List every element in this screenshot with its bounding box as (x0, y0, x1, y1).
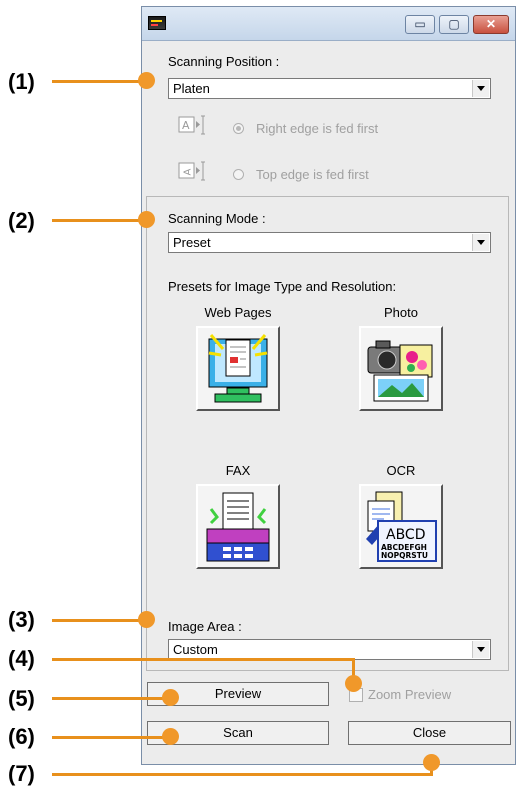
callout-5-leader (52, 697, 172, 700)
photo-label: Photo (384, 305, 418, 320)
callout-1: (1) (8, 69, 35, 94)
close-window-button[interactable]: ✕ (473, 15, 509, 34)
scanning-position-select[interactable]: Platen (168, 78, 491, 99)
right-edge-label: Right edge is fed first (256, 121, 379, 136)
chevron-down-icon[interactable] (472, 641, 489, 658)
maximize-icon: ▢ (448, 17, 460, 31)
callout-3-dot (138, 611, 155, 628)
callout-1-dot (138, 72, 155, 89)
callout-7-leader (52, 773, 432, 776)
svg-text:A: A (183, 169, 194, 176)
callout-2-leader (52, 219, 148, 222)
top-edge-feed-icon: A (178, 161, 205, 181)
callout-2-dot (138, 211, 155, 228)
right-edge-radio[interactable] (233, 123, 244, 134)
callout-4-leader (52, 658, 354, 661)
callout-3: (3) (8, 607, 35, 632)
right-edge-feed-icon: A (178, 115, 205, 135)
ocr-icon-text-3: NOPQRSTU (381, 551, 428, 560)
scanning-position-value: Platen (173, 81, 210, 96)
svg-text:A: A (182, 119, 190, 132)
callout-6-dot (162, 728, 179, 745)
scanning-mode-group (146, 196, 509, 671)
chevron-down-icon[interactable] (472, 80, 489, 97)
callout-7-dot (423, 754, 440, 771)
image-area-label: Image Area : (168, 619, 242, 634)
callout-5-dot (162, 689, 179, 706)
image-area-select[interactable]: Custom (168, 639, 491, 660)
image-area-value: Custom (173, 642, 218, 657)
top-edge-radio[interactable] (233, 169, 244, 180)
callout-7: (7) (8, 761, 35, 786)
top-edge-label: Top edge is fed first (256, 167, 369, 182)
zoom-preview-label: Zoom Preview (368, 687, 452, 702)
photo-button[interactable] (359, 326, 443, 411)
callout-2: (2) (8, 208, 35, 233)
callout-6-leader (52, 736, 172, 739)
callout-4-dot (345, 675, 362, 692)
callout-6: (6) (8, 724, 35, 749)
photo-icon (367, 340, 433, 402)
presets-heading: Presets for Image Type and Resolution: (168, 279, 397, 294)
svg-text:NOPQRSTU: NOPQRSTU (381, 551, 428, 560)
close-icon: ✕ (485, 17, 497, 31)
ocr-button[interactable]: ABCD ABCDEFGH NOPQRSTU (359, 484, 443, 569)
svg-text:ABCD: ABCD (386, 527, 426, 543)
scanning-mode-label: Scanning Mode : (168, 211, 266, 226)
web-pages-icon (208, 334, 268, 403)
callout-1-leader (52, 80, 148, 83)
callout-4: (4) (8, 646, 35, 671)
web-pages-button[interactable] (196, 326, 280, 411)
ocr-icon: ABCD ABCDEFGH NOPQRSTU (366, 491, 437, 562)
ocr-label: OCR (386, 463, 416, 478)
callout-3-leader (52, 619, 148, 622)
web-pages-label: Web Pages (204, 305, 272, 320)
twain-icon (148, 16, 166, 30)
fax-button[interactable] (196, 484, 280, 569)
scanning-position-label: Scanning Position : (168, 54, 280, 69)
fax-label: FAX (225, 463, 251, 478)
minimize-button[interactable]: ▭ (405, 15, 435, 34)
chevron-down-icon[interactable] (472, 234, 489, 251)
title-bar[interactable]: ▭ ▢ ✕ (142, 7, 515, 41)
ocr-icon-text-1: ABCD (386, 527, 426, 543)
maximize-button[interactable]: ▢ (439, 15, 469, 34)
fax-icon (206, 492, 270, 562)
minimize-icon: ▭ (414, 17, 426, 31)
callout-5: (5) (8, 686, 35, 711)
scanner-dialog: ▭ ▢ ✕ Scanning Position : Platen A Right… (141, 6, 516, 765)
scanning-mode-select[interactable]: Preset (168, 232, 491, 253)
scanning-mode-value: Preset (173, 235, 211, 250)
close-button[interactable]: Close (348, 721, 511, 745)
